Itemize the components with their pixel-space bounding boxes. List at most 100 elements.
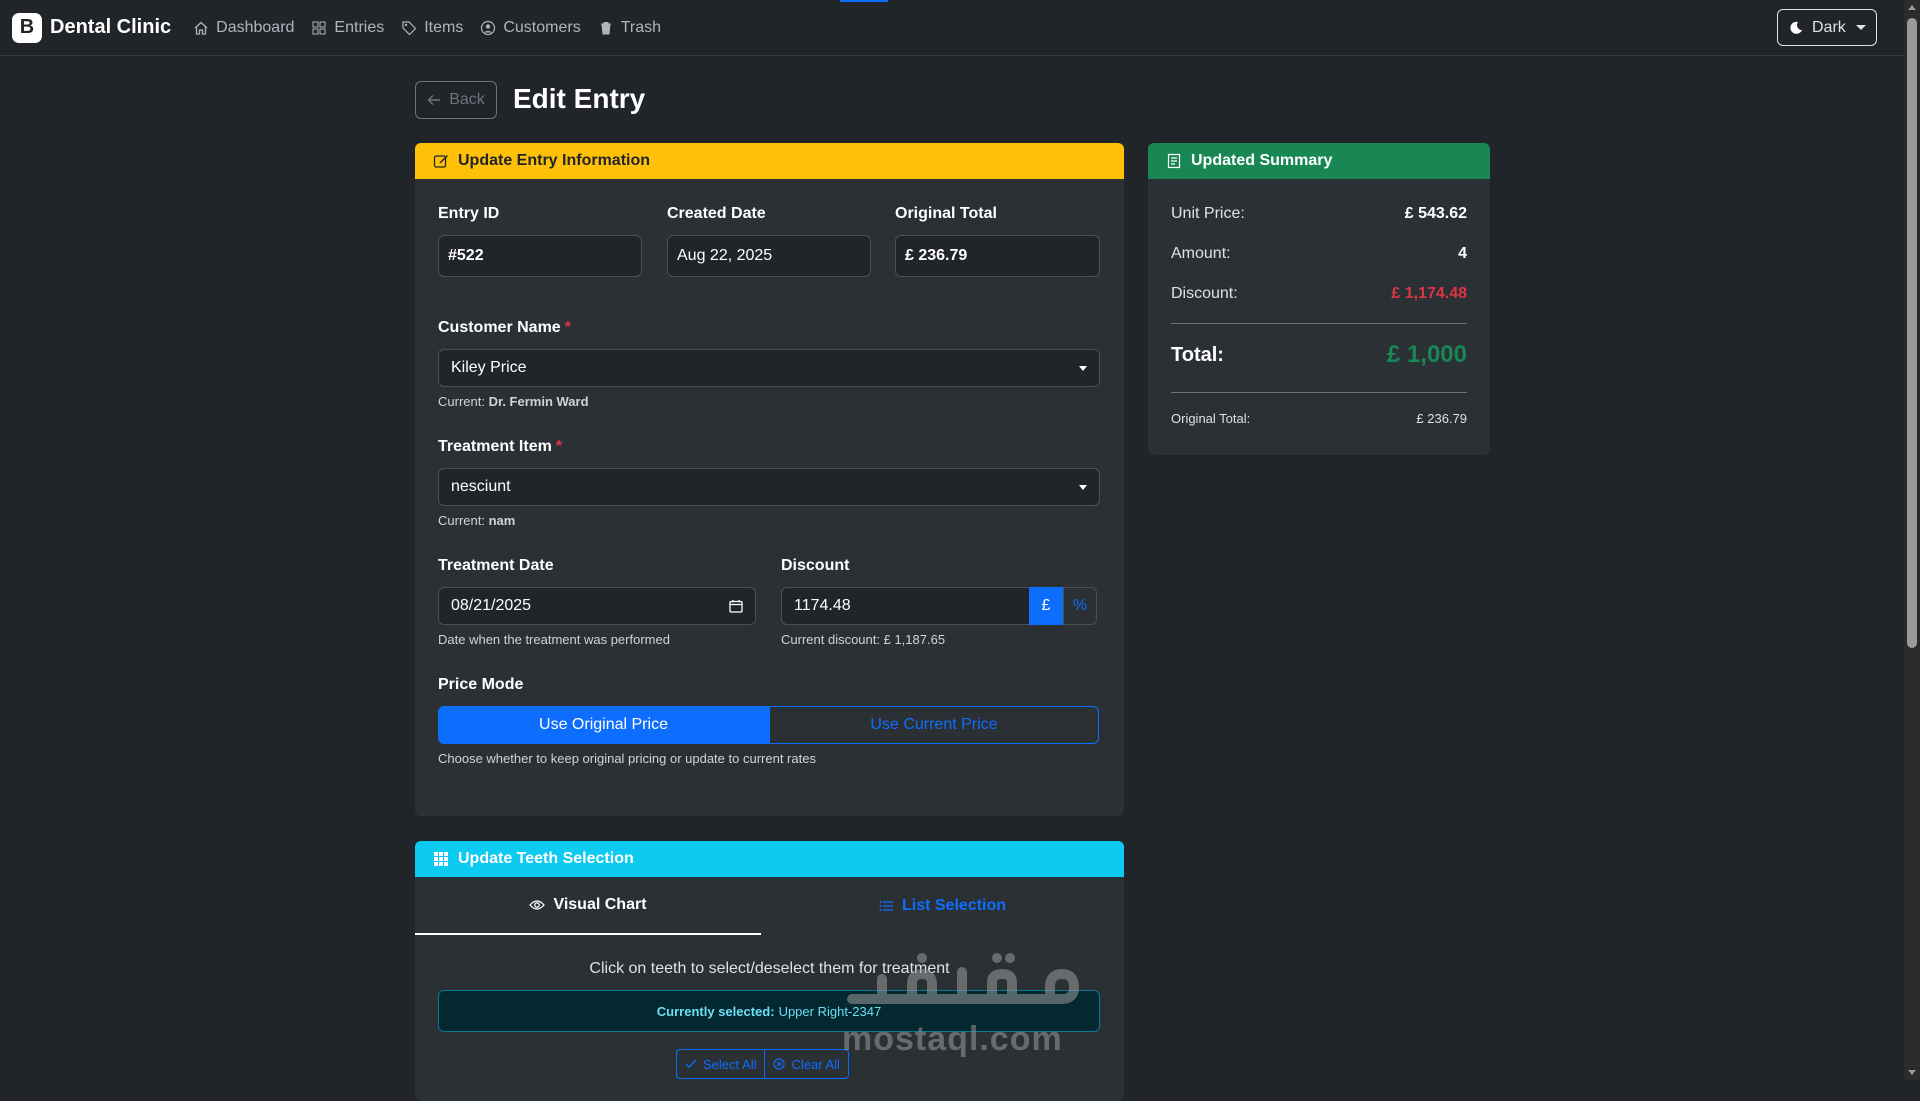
nav-link-items[interactable]: Items (401, 19, 463, 37)
chevron-down-icon (1856, 25, 1866, 30)
back-button[interactable]: Back (415, 81, 497, 119)
unit-price-value: £ 543.62 (1404, 205, 1467, 222)
chevron-down-icon (1079, 366, 1087, 371)
nav-links: Dashboard Entries Items Customers Trash (193, 19, 678, 37)
customer-name-select[interactable]: Kiley Price (438, 349, 1100, 387)
original-total-label: Original Total: (1171, 411, 1251, 426)
original-total-field: £ 236.79 (895, 235, 1100, 277)
total-label: Total: (1171, 343, 1224, 366)
customer-current-help: Current: Dr. Fermin Ward (438, 394, 589, 409)
theme-toggle-button[interactable]: Dark (1777, 9, 1877, 46)
price-mode-label: Price Mode (438, 676, 524, 693)
created-date-field: Aug 22, 2025 (667, 235, 871, 277)
tab-visual-chart[interactable]: Visual Chart (415, 877, 761, 935)
treatment-date-label: Treatment Date (438, 557, 554, 574)
tag-icon (402, 20, 417, 35)
nav-link-customers[interactable]: Customers (480, 18, 581, 37)
summary-divider (1171, 392, 1467, 393)
summary-discount-row: Discount: £ 1,174.48 (1171, 285, 1467, 303)
customer-name-label-text: Customer Name (438, 319, 561, 336)
updated-summary-card: Updated Summary Unit Price: £ 543.62 Amo… (1148, 143, 1490, 455)
summary-divider (1171, 323, 1467, 324)
teeth-selection-card: Update Teeth Selection Visual Chart List… (415, 841, 1124, 1101)
eye-icon (529, 900, 546, 910)
discount-value: £ 1,174.48 (1391, 285, 1467, 302)
list-icon (879, 901, 893, 911)
use-current-price-button[interactable]: Use Current Price (769, 706, 1099, 744)
grid-3x3-icon (434, 852, 448, 866)
current-prefix: Current: (438, 394, 485, 409)
clear-all-label: Clear All (791, 1056, 840, 1072)
nav-link-label: Dashboard (216, 18, 295, 36)
trash-icon (600, 21, 611, 34)
page-title: Edit Entry (513, 83, 646, 114)
nav-link-dashboard[interactable]: Dashboard (193, 19, 294, 37)
nav-link-label: Entries (334, 18, 385, 36)
summary-unit-price-row: Unit Price: £ 543.62 (1171, 205, 1467, 223)
nav-link-label: Customers (503, 18, 581, 36)
arrow-left-icon (427, 95, 441, 105)
brand[interactable]: B Dental Clinic (12, 12, 171, 43)
use-original-price-button[interactable]: Use Original Price (438, 706, 769, 744)
x-circle-icon (773, 1058, 786, 1070)
scroll-down-icon[interactable] (1908, 1070, 1916, 1075)
treatment-date-help: Date when the treatment was performed (438, 632, 670, 647)
teeth-tabs: Visual Chart List Selection (415, 877, 1124, 935)
price-mode-toggle: Use Original Price Use Current Price (438, 706, 1099, 744)
discount-input[interactable]: 1174.48 (781, 587, 1029, 625)
nav-link-trash[interactable]: Trash (598, 19, 661, 37)
discount-label: Discount: (1171, 285, 1238, 302)
summary-amount-row: Amount: 4 (1171, 245, 1467, 263)
receipt-icon (1167, 153, 1181, 169)
brand-logo: B (12, 12, 42, 43)
summary-original-total-row: Original Total: £ 236.79 (1171, 411, 1467, 426)
clear-all-button[interactable]: Clear All (765, 1049, 849, 1079)
discount-currency-button[interactable]: £ (1029, 587, 1063, 625)
nav-link-label: Trash (620, 18, 662, 36)
treatment-date-input[interactable]: 08/21/2025 (438, 587, 756, 625)
selected-value: Upper Right-2347 (778, 1003, 882, 1019)
select-all-label: Select All (703, 1056, 757, 1072)
tab-list-selection[interactable]: List Selection (761, 877, 1124, 935)
discount-label: Discount (781, 557, 850, 574)
customer-name-value: Kiley Price (451, 359, 527, 376)
current-prefix: Current: (438, 513, 485, 528)
amount-label: Amount: (1171, 245, 1231, 262)
total-value: £ 1,000 (1386, 341, 1467, 368)
treatment-item-value: nesciunt (451, 478, 511, 495)
treatment-current-value: nam (488, 513, 516, 528)
treatment-date-value: 08/21/2025 (451, 597, 532, 614)
scrollbar-thumb[interactable] (1907, 18, 1917, 648)
entry-id-label: Entry ID (438, 205, 500, 222)
scrollbar[interactable] (1904, 0, 1920, 1080)
nav-link-entries[interactable]: Entries (311, 19, 384, 37)
card-title: Updated Summary (1191, 152, 1333, 169)
top-navbar: B Dental Clinic Dashboard Entries Items … (0, 0, 1904, 56)
selected-label: Currently selected: (656, 1003, 775, 1019)
scroll-up-icon[interactable] (1908, 5, 1916, 10)
update-entry-card-header: Update Entry Information (415, 143, 1124, 179)
treatment-current-help: Current: nam (438, 513, 515, 528)
pencil-square-icon (433, 155, 448, 168)
watermark-text: mostaql.com (842, 1020, 1063, 1058)
original-total-label: Original Total (895, 205, 997, 222)
treatment-item-label: Treatment Item * (438, 438, 562, 456)
calendar-icon[interactable] (729, 599, 743, 613)
select-all-button[interactable]: Select All (676, 1049, 766, 1079)
moon-icon (1790, 21, 1802, 34)
discount-percent-button[interactable]: % (1063, 587, 1097, 625)
discount-input-group: 1174.48 £ % (781, 587, 1097, 625)
nav-active-indicator (840, 0, 888, 2)
tab-label: List Selection (901, 897, 1007, 914)
tab-label: Visual Chart (553, 896, 647, 913)
treatment-item-select[interactable]: nesciunt (438, 468, 1100, 506)
price-mode-help: Choose whether to keep original pricing … (438, 751, 816, 766)
person-circle-icon (481, 20, 496, 35)
summary-total-row: Total: £ 1,000 (1171, 341, 1467, 369)
teeth-hint: Click on teeth to select/deselect them f… (589, 960, 950, 977)
amount-value: 4 (1458, 245, 1467, 262)
treatment-item-label-text: Treatment Item (438, 438, 552, 455)
teeth-selection-card-header: Update Teeth Selection (415, 841, 1124, 877)
check-all-icon (685, 1059, 697, 1068)
card-title: Update Teeth Selection (458, 850, 634, 867)
